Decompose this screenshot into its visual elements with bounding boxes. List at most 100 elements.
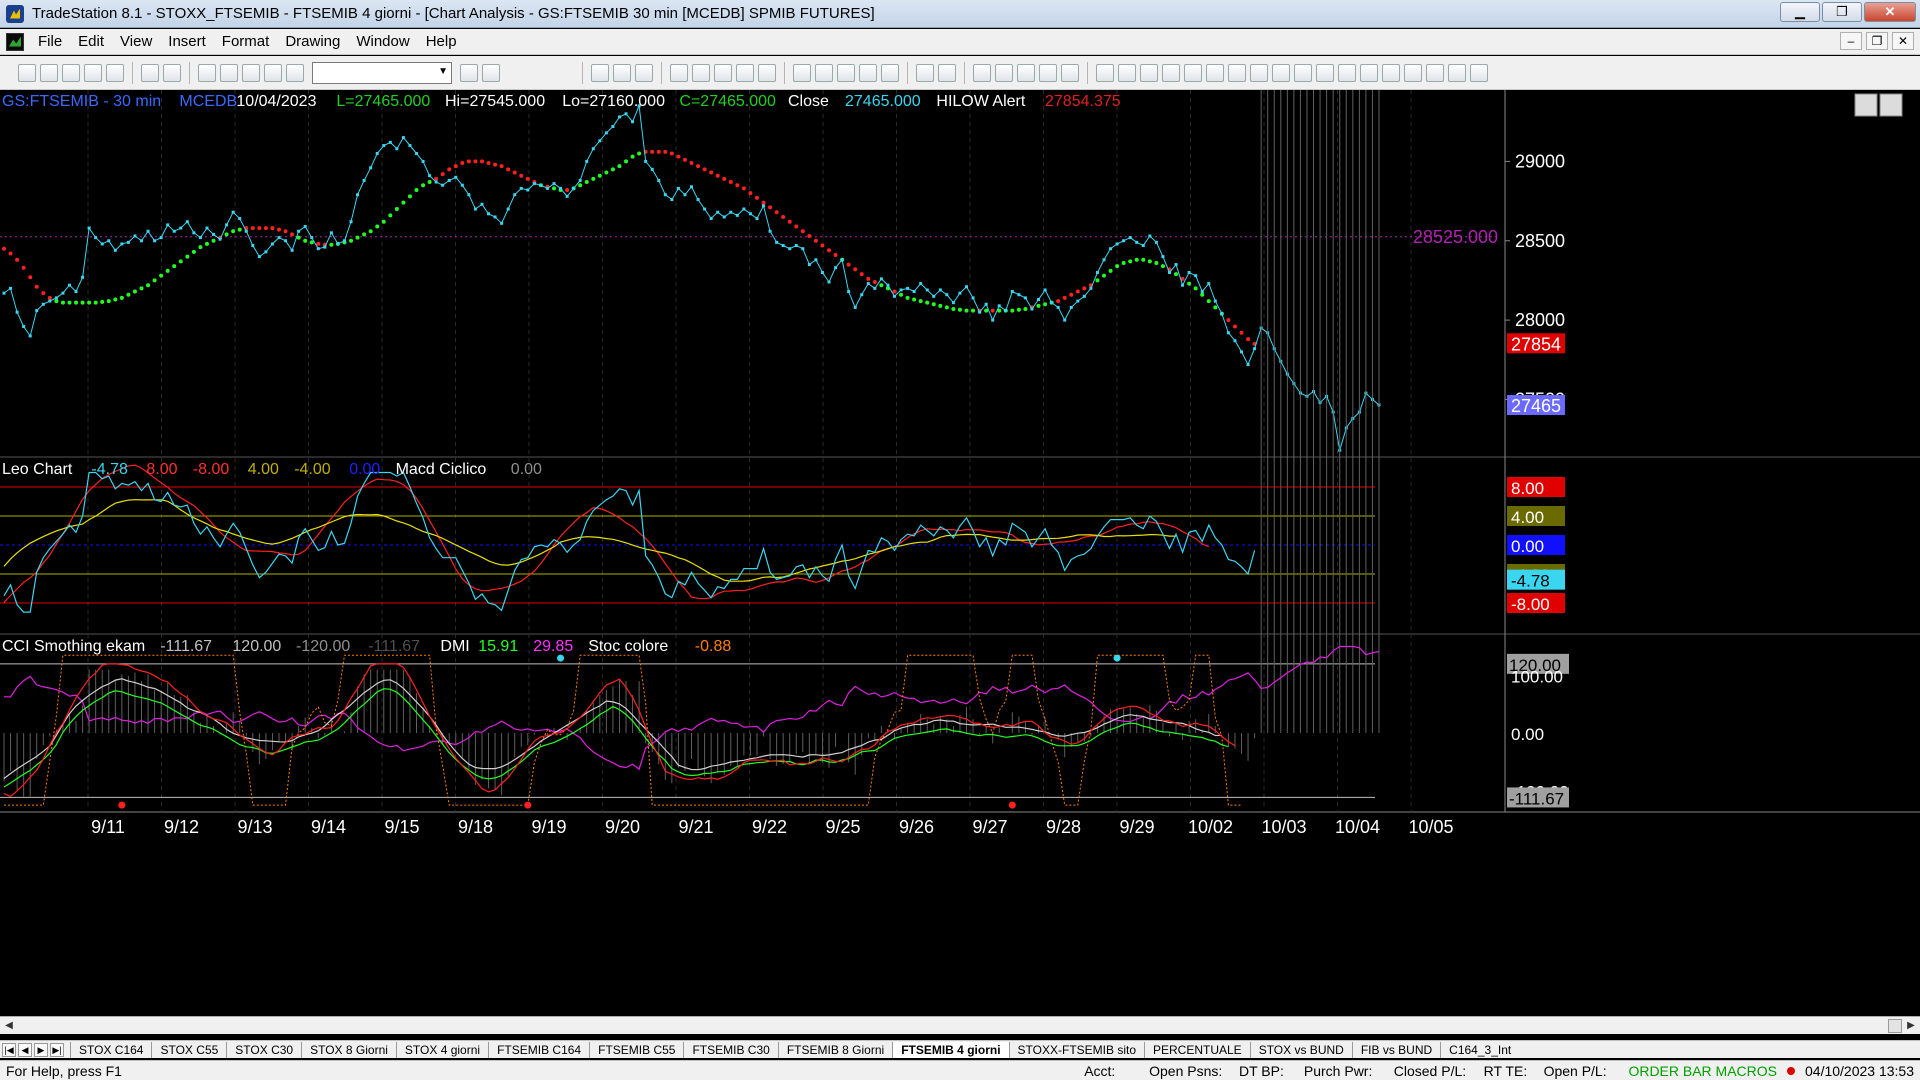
bar-type-icon[interactable] <box>837 63 855 82</box>
ma-point <box>486 161 491 165</box>
pane-minimize-icon[interactable] <box>1854 93 1878 117</box>
cascade-icon[interactable] <box>220 63 238 82</box>
tool-2-icon[interactable] <box>613 63 631 82</box>
tab-prev-icon[interactable]: ◀ <box>18 1042 32 1057</box>
maximize-icon[interactable]: ❐ <box>1822 2 1862 22</box>
menu-edit[interactable]: Edit <box>70 33 112 50</box>
workspace-tab[interactable]: STOX vs BUND <box>1249 1041 1352 1058</box>
symbol-combo[interactable] <box>312 61 452 84</box>
tab-next-icon[interactable]: ▶ <box>34 1042 48 1057</box>
pitchfork-icon[interactable] <box>1272 63 1290 82</box>
zoom-out-icon[interactable] <box>938 63 956 82</box>
mdi-close-icon[interactable]: ✕ <box>1892 32 1914 50</box>
regression-icon[interactable] <box>1206 63 1224 82</box>
format-icon[interactable] <box>264 63 282 82</box>
tab-last-icon[interactable]: ▶| <box>50 1042 64 1057</box>
workspace-tab[interactable]: FTSEMIB 4 giorni <box>892 1041 1009 1058</box>
menu-insert[interactable]: Insert <box>160 33 214 50</box>
candle-icon[interactable] <box>859 63 877 82</box>
order-icon[interactable] <box>995 63 1013 82</box>
insert-showme-icon[interactable] <box>758 63 776 82</box>
insert-strategy-icon[interactable] <box>692 63 710 82</box>
chart-canvas[interactable]: 9/11 9/12 9/13 9/14 9/15 9/18 9/19 9/20 9/21 9/22… <box>0 90 1920 1036</box>
workspace-tab[interactable]: STOX 8 Giorni <box>301 1041 396 1058</box>
print-icon[interactable] <box>141 63 159 82</box>
chart-window-icon[interactable] <box>6 32 24 51</box>
ma-point <box>126 292 131 297</box>
scroll-left-icon[interactable]: ◀ <box>2 1019 16 1033</box>
workspace-tab[interactable]: STOX 4 giorni <box>395 1041 488 1058</box>
tab-first-icon[interactable]: |◀ <box>2 1042 16 1057</box>
menu-drawing[interactable]: Drawing <box>277 33 348 50</box>
workspace-tab[interactable]: FTSEMIB C164 <box>488 1041 589 1058</box>
arc-icon[interactable] <box>1316 63 1334 82</box>
tools-icon[interactable] <box>1017 63 1035 82</box>
workspace-tab[interactable]: FTSEMIB C55 <box>589 1041 683 1058</box>
close-point <box>140 239 143 243</box>
workspace-tab[interactable]: C164_3_Int <box>1440 1041 1519 1058</box>
arrow-right-icon[interactable] <box>460 63 478 82</box>
color-icon[interactable] <box>286 63 304 82</box>
andrews-icon[interactable] <box>1294 63 1312 82</box>
scale-icon[interactable] <box>1039 63 1057 82</box>
grid-icon[interactable] <box>1061 63 1079 82</box>
close-icon[interactable]: ✕ <box>1864 2 1916 22</box>
rectangle-icon[interactable] <box>1448 63 1466 82</box>
mdi-minimize-icon[interactable]: – <box>1840 32 1862 50</box>
insert-paintbar-icon[interactable] <box>736 63 754 82</box>
workspace-tab[interactable]: FTSEMIB C30 <box>683 1041 777 1058</box>
menu-file[interactable]: File <box>30 33 70 50</box>
fib-icon[interactable] <box>1162 63 1180 82</box>
tool-3-icon[interactable] <box>635 63 653 82</box>
menu-help[interactable]: Help <box>418 33 465 50</box>
refresh-icon[interactable] <box>793 63 811 82</box>
scroll-right-icon[interactable]: ▶ <box>1904 1019 1918 1033</box>
pen-icon[interactable] <box>1338 63 1356 82</box>
workspace-tab[interactable]: STOXX-FTSEMIB sito <box>1008 1041 1144 1058</box>
arrow-up-icon[interactable] <box>1404 63 1422 82</box>
curve-icon[interactable] <box>1360 63 1378 82</box>
mdi-restore-icon[interactable]: ❐ <box>1866 32 1888 50</box>
menu-view[interactable]: View <box>112 33 160 50</box>
window-icon[interactable] <box>198 63 216 82</box>
status-macros[interactable]: ORDER BAR MACROS <box>1622 1063 1783 1079</box>
new-icon[interactable] <box>18 63 36 82</box>
insert-indicator-icon[interactable] <box>714 63 732 82</box>
horizontal-scrollbar[interactable]: ◀ ▶ <box>0 1016 1920 1034</box>
channel-icon[interactable] <box>1184 63 1202 82</box>
arrow-down-icon[interactable] <box>1382 63 1400 82</box>
lock-icon[interactable] <box>242 63 260 82</box>
trendline-icon[interactable] <box>1096 63 1114 82</box>
pane-restore-icon[interactable] <box>1879 93 1903 117</box>
menu-format[interactable]: Format <box>214 33 278 50</box>
menu-window[interactable]: Window <box>348 33 417 50</box>
vertical-line-icon[interactable] <box>1118 63 1136 82</box>
text-icon[interactable] <box>1470 63 1488 82</box>
minimize-icon[interactable]: ▁ <box>1780 2 1820 22</box>
gann-icon[interactable] <box>1250 63 1268 82</box>
lookup-icon[interactable] <box>482 63 500 82</box>
speedline-icon[interactable] <box>1228 63 1246 82</box>
workspace-tab[interactable]: FIB vs BUND <box>1351 1041 1440 1058</box>
workspace-tab[interactable]: PERCENTUALE <box>1144 1041 1250 1058</box>
save-icon[interactable] <box>84 63 102 82</box>
ma-point <box>388 213 393 218</box>
workspace-tab[interactable]: STOX C55 <box>151 1041 226 1058</box>
save-all-icon[interactable] <box>106 63 124 82</box>
scroll-thumb[interactable] <box>1888 1019 1902 1033</box>
chart-analysis-window[interactable]: 9/11 9/12 9/13 9/14 9/15 9/18 9/19 9/20 9/21 9/22… <box>0 90 1920 1036</box>
zoom-in-icon[interactable] <box>916 63 934 82</box>
workspace-tab[interactable]: FTSEMIB 8 Giorni <box>777 1041 892 1058</box>
line-type-icon[interactable] <box>881 63 899 82</box>
insert-analysis-icon[interactable] <box>670 63 688 82</box>
open-workspace-icon[interactable] <box>62 63 80 82</box>
tool-1-icon[interactable] <box>591 63 609 82</box>
workspace-tab[interactable]: STOX C164 <box>70 1041 151 1058</box>
data-window-icon[interactable] <box>815 63 833 82</box>
open-icon[interactable] <box>40 63 58 82</box>
ellipse-icon[interactable] <box>1426 63 1444 82</box>
workspace-tab[interactable]: STOX C30 <box>226 1041 301 1058</box>
pointer-icon[interactable] <box>973 63 991 82</box>
horizontal-line-icon[interactable] <box>1140 63 1158 82</box>
print-preview-icon[interactable] <box>163 63 181 82</box>
